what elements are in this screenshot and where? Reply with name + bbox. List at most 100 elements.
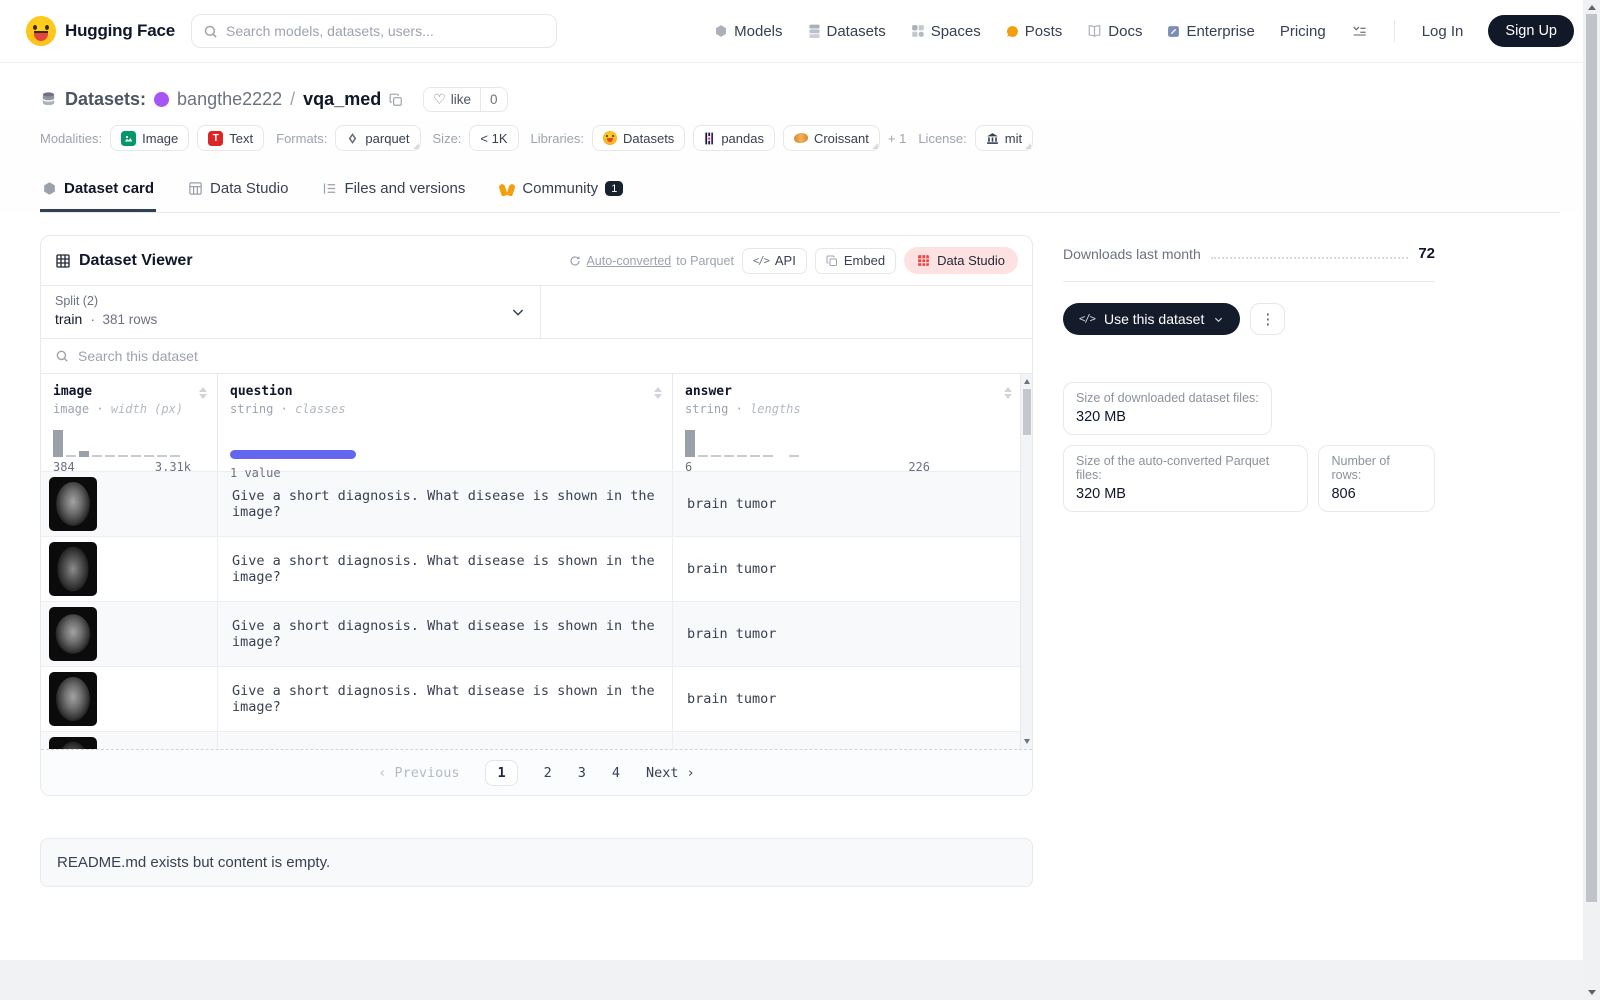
downloads-value: 72: [1418, 245, 1435, 262]
brain-scan-thumbnail[interactable]: [49, 477, 97, 531]
brain-scan-thumbnail[interactable]: [49, 542, 97, 596]
api-button[interactable]: </> API: [741, 247, 807, 274]
nav-item-pricing[interactable]: Pricing: [1280, 23, 1326, 40]
table-row[interactable]: Give a short diagnosis. What disease is …: [41, 536, 1032, 601]
next-arrow-icon: ›: [686, 764, 695, 781]
modality-text-pill[interactable]: T Text: [197, 125, 265, 151]
table-row-partial[interactable]: [41, 731, 1032, 749]
owner-avatar[interactable]: [154, 92, 170, 107]
data-studio-icon: [188, 181, 203, 196]
split-selector[interactable]: Split (2) train · 381 rows: [41, 286, 542, 338]
dataset-search-input[interactable]: [78, 348, 1018, 364]
dataset-title-row: Datasets: bangthe2222 / vqa_med ♡ like 0: [40, 87, 1560, 112]
dataset-type-label: Datasets:: [65, 89, 147, 109]
brand-title[interactable]: Hugging Face: [65, 21, 175, 41]
use-this-dataset-button[interactable]: </> Use this dataset: [1063, 303, 1241, 335]
table-row[interactable]: Give a short diagnosis. What disease is …: [41, 471, 1032, 536]
table-row[interactable]: Give a short diagnosis. What disease is …: [41, 666, 1032, 731]
enterprise-icon: [1167, 25, 1180, 38]
tab-dataset-card[interactable]: Dataset card: [40, 171, 157, 212]
login-button[interactable]: Log In: [1422, 23, 1464, 40]
formats-label: Formats:: [276, 130, 328, 146]
page-button-3[interactable]: 3: [578, 765, 586, 781]
nav-item-docs[interactable]: Docs: [1087, 23, 1142, 40]
nav-item-datasets[interactable]: Datasets: [808, 23, 886, 40]
copy-icon[interactable]: [389, 93, 403, 107]
sort-icon[interactable]: [199, 387, 207, 399]
dataset-viewer-title: Dataset Viewer: [55, 252, 193, 270]
next-page-button[interactable]: Next ›: [646, 765, 695, 781]
library-pandas-pill[interactable]: pandas: [693, 125, 775, 151]
pagination: ‹ Previous 1 2 3 4 Next ›: [41, 750, 1032, 795]
column-header-question[interactable]: question string · classes 1 value: [218, 374, 673, 480]
dataset-name[interactable]: vqa_med: [303, 89, 381, 110]
global-search[interactable]: [191, 14, 557, 48]
dataset-header: Datasets: bangthe2222 / vqa_med ♡ like 0 …: [0, 63, 1600, 213]
table-scrollbar[interactable]: [1020, 374, 1032, 749]
dataset-stats: Size of downloaded dataset files: 320 MB…: [1063, 382, 1435, 512]
data-studio-button[interactable]: Data Studio: [904, 247, 1018, 274]
brain-scan-thumbnail[interactable]: [49, 737, 97, 749]
license-mit-pill[interactable]: mit: [974, 125, 1034, 151]
table-icon: [55, 253, 71, 269]
prev-arrow-icon: ‹: [378, 764, 387, 781]
page-button-1[interactable]: 1: [485, 759, 518, 786]
page-scrollbar[interactable]: [1583, 0, 1600, 1000]
nav-item-models[interactable]: Models: [714, 23, 783, 40]
page-button-4[interactable]: 4: [612, 765, 620, 781]
like-count[interactable]: 0: [480, 88, 507, 111]
table-scrollbar-thumb[interactable]: [1023, 389, 1031, 435]
page-footer-band: [0, 960, 1583, 1000]
libraries-more[interactable]: + 1: [888, 131, 906, 146]
question-cell: Give a short diagnosis. What disease is …: [232, 488, 655, 520]
column-header-image[interactable]: image image · width (px) 384 3.31k: [41, 374, 218, 474]
table-row[interactable]: Give a short diagnosis. What disease is …: [41, 601, 1032, 666]
nav-more-menu[interactable]: [1351, 24, 1367, 38]
question-cell: Give a short diagnosis. What disease is …: [232, 553, 655, 585]
scroll-up-arrow[interactable]: [1023, 379, 1030, 384]
page-scrollbar-thumb[interactable]: [1586, 14, 1597, 902]
format-parquet-pill[interactable]: parquet: [335, 125, 421, 151]
downloads-label: Downloads last month: [1063, 246, 1201, 262]
code-icon: </>: [752, 254, 770, 267]
embed-button[interactable]: Embed: [814, 247, 897, 274]
models-icon: [714, 24, 728, 38]
tab-files-and-versions[interactable]: Files and versions: [320, 171, 467, 212]
tab-data-studio[interactable]: Data Studio: [186, 171, 290, 212]
nav-divider: [1393, 20, 1395, 42]
files-versions-icon: [322, 181, 337, 196]
nav-item-posts[interactable]: Posts: [1006, 23, 1062, 40]
library-croissant-pill[interactable]: Croissant: [782, 125, 880, 151]
image-modality-icon: [121, 130, 137, 146]
scroll-down-arrow[interactable]: [1023, 739, 1030, 744]
tab-community[interactable]: Community 1: [497, 171, 625, 212]
brain-scan-thumbnail[interactable]: [49, 672, 97, 726]
size-pill[interactable]: < 1K: [469, 125, 519, 151]
nav-item-enterprise[interactable]: Enterprise: [1167, 23, 1255, 40]
library-datasets-pill[interactable]: Datasets: [592, 125, 686, 151]
page-button-2[interactable]: 2: [544, 765, 552, 781]
global-search-input[interactable]: [226, 23, 545, 39]
like-button[interactable]: ♡ like: [424, 88, 481, 111]
signup-button[interactable]: Sign Up: [1488, 15, 1574, 47]
answer-cell: brain tumor: [687, 561, 777, 577]
column-header-answer[interactable]: answer string · lengths 6 226: [673, 374, 1022, 474]
auto-converted-link[interactable]: Auto-converted to Parquet: [569, 254, 734, 268]
page-scroll-down-arrow[interactable]: [1587, 990, 1596, 995]
chevron-down-icon: [1213, 314, 1224, 325]
dataset-search[interactable]: [41, 338, 1032, 373]
previous-page-button[interactable]: ‹ Previous: [378, 765, 459, 781]
modality-image-pill[interactable]: Image: [110, 125, 190, 151]
brain-scan-thumbnail[interactable]: [49, 607, 97, 661]
page-scroll-up-arrow[interactable]: [1587, 5, 1596, 10]
nav-item-spaces[interactable]: Spaces: [911, 23, 981, 40]
license-bank-icon: [986, 132, 999, 145]
more-options-button[interactable]: ⋮: [1250, 303, 1286, 335]
owner-link[interactable]: bangthe2222: [177, 89, 282, 110]
sort-icon[interactable]: [1004, 387, 1012, 399]
search-icon: [203, 24, 218, 39]
dataset-search-icon: [55, 349, 69, 363]
huggingface-logo-icon[interactable]: [26, 16, 56, 46]
hf-datasets-icon: [603, 131, 617, 145]
sort-icon[interactable]: [654, 387, 662, 399]
